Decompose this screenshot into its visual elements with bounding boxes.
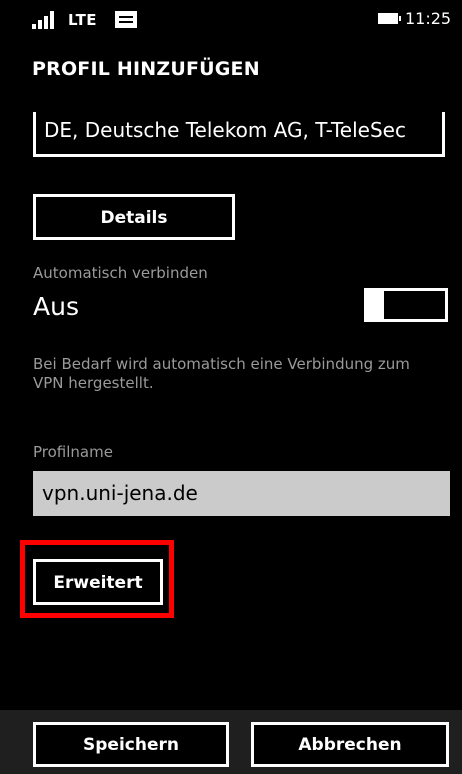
save-button[interactable]: Speichern [33, 722, 229, 767]
status-bar: LTE 11:25 [0, 0, 462, 40]
auto-connect-value: Aus [33, 292, 79, 321]
details-button[interactable]: Details [33, 194, 235, 240]
profile-name-input[interactable] [33, 471, 450, 516]
auto-connect-label: Automatisch verbinden [33, 264, 208, 282]
certificate-value: DE, Deutsche Telekom AG, T-TeleSec [44, 118, 406, 142]
page-title: PROFIL HINZUFÜGEN [32, 58, 260, 80]
certificate-picker[interactable]: DE, Deutsche Telekom AG, T-TeleSec [33, 112, 445, 157]
auto-connect-toggle[interactable] [364, 288, 450, 322]
cancel-button[interactable]: Abbrechen [251, 722, 449, 767]
vpn-add-profile-screen: LTE 11:25 PROFIL HINZUFÜGEN DE, Deutsche… [0, 0, 462, 774]
profile-name-label: Profilname [33, 443, 113, 461]
message-icon [115, 11, 137, 28]
toggle-thumb [364, 288, 384, 322]
network-type-label: LTE [68, 11, 98, 29]
signal-icon [32, 11, 58, 29]
advanced-button[interactable]: Erweitert [33, 559, 163, 605]
battery-icon [378, 13, 401, 24]
toggle-track [378, 288, 448, 322]
auto-connect-description: Bei Bedarf wird automatisch eine Verbind… [33, 355, 410, 392]
clock: 11:25 [405, 9, 452, 28]
